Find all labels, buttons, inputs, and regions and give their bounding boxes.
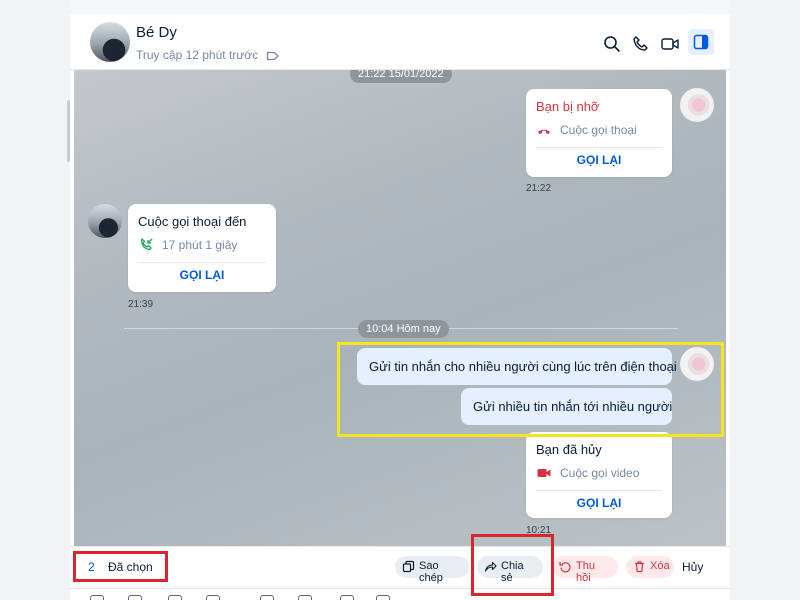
recall-icon <box>559 562 571 573</box>
format-icon[interactable] <box>340 595 354 600</box>
call-back-button[interactable]: GỌI LẠI <box>526 153 672 167</box>
call-back-button[interactable]: GỌI LẠI <box>128 268 276 282</box>
message-time: 10:21 <box>526 525 552 536</box>
delete-label: Xóa <box>650 560 670 572</box>
video-icon[interactable] <box>660 34 680 54</box>
missed-call-title: Bạn bị nhỡ <box>536 99 600 114</box>
composer-toolbar <box>70 588 730 600</box>
incoming-call-icon <box>140 238 153 251</box>
attach-icon[interactable] <box>168 595 182 600</box>
sidebar-toggle-button[interactable] <box>688 29 714 55</box>
selected-count: 2 <box>88 560 95 574</box>
message-list[interactable]: 21:22 15/01/2022 Bạn bị nhỡ Cuộc gọi tho… <box>74 70 726 546</box>
self-avatar[interactable] <box>680 347 714 381</box>
selected-label: Đã chọn <box>108 560 153 574</box>
sticker-icon[interactable] <box>90 595 104 600</box>
contact-status: Truy cập 12 phút trước <box>136 48 259 62</box>
cancelled-call-title: Bạn đã hủy <box>536 442 602 457</box>
card-icon[interactable] <box>260 595 274 600</box>
image-icon[interactable] <box>128 595 142 600</box>
card-divider <box>536 490 662 491</box>
message-bubble[interactable]: Gửi nhiều tin nhắn tới nhiều người <box>461 388 672 425</box>
video-call-icon <box>537 469 551 477</box>
share-button[interactable]: Chia sẻ <box>477 556 543 584</box>
copy-button[interactable]: Sao chép <box>395 556 469 584</box>
incoming-call-duration: 17 phút 1 giây <box>162 238 238 252</box>
missed-call-subtitle: Cuộc gọi thoại <box>560 123 637 137</box>
trash-icon <box>635 561 644 573</box>
header-divider <box>254 50 255 62</box>
call-back-button[interactable]: GỌI LẠI <box>526 496 672 510</box>
contact-name[interactable]: Bé Dy <box>136 24 177 41</box>
cancelled-call-card: Bạn đã hủy Cuộc gọi video GỌI LẠI <box>526 432 672 518</box>
search-icon[interactable] <box>602 34 622 54</box>
card-divider <box>138 262 266 263</box>
date-separator-today: 10:04 Hôm nay <box>358 320 449 338</box>
incoming-call-card: Cuộc gọi thoại đến 17 phút 1 giây GỌI LẠ… <box>128 204 276 292</box>
recall-label: Thu hồi <box>576 560 595 584</box>
screenshot-icon[interactable] <box>206 595 220 600</box>
incoming-call-title: Cuộc gọi thoại đến <box>138 214 247 229</box>
self-avatar[interactable] <box>680 88 714 122</box>
tag-icon[interactable] <box>266 49 280 63</box>
message-bubble[interactable]: Gửi tin nhắn cho nhiều người cùng lúc tr… <box>357 348 677 385</box>
more-icon[interactable] <box>376 595 390 600</box>
missed-call-icon <box>538 129 550 134</box>
cancelled-call-subtitle: Cuộc gọi video <box>560 466 640 480</box>
contact-avatar[interactable] <box>90 22 130 62</box>
copy-icon <box>402 560 415 573</box>
card-divider <box>536 147 662 148</box>
cancel-selection-button[interactable]: Hủy <box>682 560 703 574</box>
phone-icon[interactable] <box>631 34 651 54</box>
top-strip <box>70 0 730 14</box>
copy-label: Sao chép <box>419 560 443 584</box>
delete-button[interactable]: Xóa <box>626 556 674 578</box>
recall-button[interactable]: Thu hồi <box>552 556 618 584</box>
chat-window: Bé Dy Truy cập 12 phút trước 21:22 15/01… <box>70 0 730 600</box>
message-time: 21:39 <box>128 299 154 310</box>
message-time: 21:22 <box>526 183 552 194</box>
selection-actionbar: 2 Đã chọn Sao chép Chia sẻ Thu hồi Xóa H… <box>70 546 730 588</box>
missed-call-card: Bạn bị nhỡ Cuộc gọi thoại GỌI LẠI <box>526 89 672 177</box>
share-label: Chia sẻ <box>501 560 524 584</box>
chat-header: Bé Dy Truy cập 12 phút trước <box>70 14 730 70</box>
date-separator: 21:22 15/01/2022 <box>350 70 452 83</box>
share-icon <box>484 561 497 572</box>
reminder-icon[interactable] <box>298 595 312 600</box>
sidebar-toggle-icon <box>693 34 709 50</box>
contact-avatar-small[interactable] <box>88 204 122 238</box>
